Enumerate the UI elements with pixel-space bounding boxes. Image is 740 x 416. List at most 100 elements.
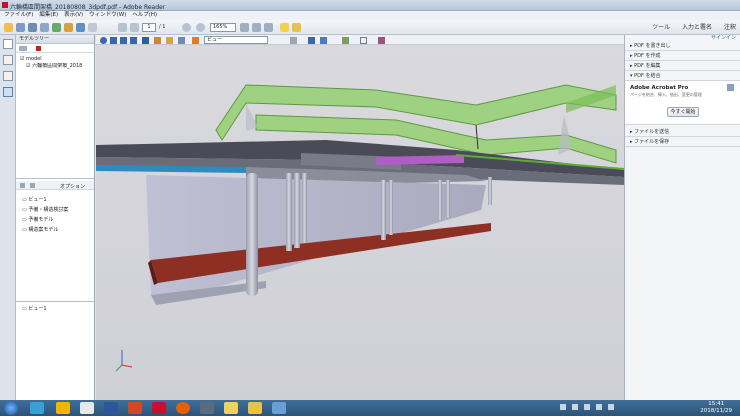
print-icon[interactable] xyxy=(40,23,49,32)
sticky-note-icon[interactable] xyxy=(280,23,289,32)
tools-link[interactable]: ツール xyxy=(652,20,670,35)
mail-icon[interactable] xyxy=(64,23,73,32)
view-item-label: 構造案モデル xyxy=(28,227,59,233)
menu-file[interactable]: ファイル(F) xyxy=(4,11,33,20)
menu-help[interactable]: ヘルプ(H) xyxy=(132,11,157,20)
menu-view[interactable]: 表示(V) xyxy=(64,11,83,20)
save-icon[interactable] xyxy=(28,23,37,32)
options-menu[interactable]: オプション xyxy=(60,183,85,190)
read-mode-icon[interactable] xyxy=(264,23,273,32)
rotate-icon[interactable] xyxy=(100,37,107,44)
section-label: PDF を作成 xyxy=(634,53,661,59)
page-thumbnails-icon[interactable] xyxy=(3,39,13,49)
view-item[interactable]: ▭ ビュー1 xyxy=(22,195,94,205)
comment-3d-icon[interactable] xyxy=(178,37,185,44)
3d-viewport[interactable] xyxy=(96,45,624,400)
firefox-icon[interactable] xyxy=(176,402,190,414)
measure-icon[interactable] xyxy=(166,37,173,44)
network-icon[interactable] xyxy=(595,404,602,410)
app-icon-2[interactable] xyxy=(200,402,214,414)
fit-page-icon[interactable] xyxy=(240,23,249,32)
menu-window[interactable]: ウィンドウ(W) xyxy=(89,11,126,20)
app-window-icon[interactable] xyxy=(80,402,94,414)
open-icon[interactable] xyxy=(4,23,13,32)
model-tree-icon[interactable] xyxy=(3,87,13,97)
fly-icon[interactable] xyxy=(154,37,161,44)
tray-icon[interactable] xyxy=(583,404,590,410)
highlight-icon[interactable] xyxy=(292,23,301,32)
comment-link[interactable]: 注釈 xyxy=(724,20,736,35)
tree-node-child[interactable]: ☑ 六輪橋區間架橋_2018 xyxy=(20,63,94,70)
ie-icon[interactable] xyxy=(30,402,44,414)
spin-icon[interactable] xyxy=(110,37,117,44)
tray-icon[interactable] xyxy=(571,404,578,410)
section-label: PDF を結合 xyxy=(634,73,661,79)
model-tree-list: ☑ model ☑ 六輪橋區間架橋_2018 xyxy=(16,53,94,70)
view-item[interactable]: ▭ 予備モデル xyxy=(22,215,94,225)
comment-icon[interactable] xyxy=(88,23,97,32)
app-icon xyxy=(2,2,8,8)
zoom-in-icon[interactable] xyxy=(196,23,205,32)
model-tree-pane: モデルツリー ☑ model ☑ 六輪橋區間架橋_2018 オプション ▭ ビュ… xyxy=(16,35,95,400)
view-item[interactable]: ▭ 予備・構造検討案 xyxy=(22,205,94,215)
section-edit-pdf[interactable]: ▸ PDF を編集 xyxy=(625,61,740,71)
section-export-pdf[interactable]: ▸ PDF を書き出し xyxy=(625,41,740,51)
share-icon[interactable] xyxy=(52,23,61,32)
section-send-file[interactable]: ▸ ファイルを送信 xyxy=(625,127,740,137)
folder-icon[interactable] xyxy=(224,402,238,414)
taskbar: 15:41 2018/11/29 xyxy=(0,400,740,416)
lighting-icon[interactable] xyxy=(320,37,327,44)
word-icon[interactable] xyxy=(104,402,118,414)
view-footer-item[interactable]: ▭ ビュー1 xyxy=(22,305,47,313)
section-label: PDF を書き出し xyxy=(634,43,671,49)
zoom-out-icon[interactable] xyxy=(182,23,191,32)
cross-section-icon[interactable] xyxy=(360,37,367,44)
attachments-icon[interactable] xyxy=(3,55,13,65)
clock[interactable]: 15:41 2018/11/29 xyxy=(700,401,732,415)
promo-title: Adobe Acrobat Pro xyxy=(630,85,689,91)
background-color-icon[interactable] xyxy=(342,37,349,44)
start-button-icon[interactable] xyxy=(4,401,18,415)
cloud-icon[interactable] xyxy=(76,23,85,32)
menu-edit[interactable]: 編集(E) xyxy=(39,11,58,20)
tree-options-icon[interactable] xyxy=(19,46,27,51)
add-view-icon[interactable] xyxy=(20,183,25,188)
create-icon[interactable] xyxy=(16,23,25,32)
powerpoint-icon[interactable] xyxy=(128,402,142,414)
app-icon-3[interactable] xyxy=(272,402,286,414)
views-toolbar: オプション xyxy=(16,181,94,190)
view-item-label: ビュー1 xyxy=(28,197,47,203)
view-select[interactable]: ビュー xyxy=(204,36,268,44)
title-bar: 六輪橋區間架橋_20180808_3dpdf.pdf - Adobe Reade… xyxy=(0,0,740,11)
next-page-icon[interactable] xyxy=(130,23,139,32)
prev-page-icon[interactable] xyxy=(118,23,127,32)
sign-link[interactable]: 入力と署名 xyxy=(682,20,712,35)
section-save-file[interactable]: ▸ ファイルを保存 xyxy=(625,137,740,147)
tray-icon[interactable] xyxy=(560,404,566,410)
adobe-reader-icon[interactable] xyxy=(152,402,166,414)
model-tree-toggle-icon[interactable] xyxy=(378,37,385,44)
delete-view-icon[interactable] xyxy=(30,183,35,188)
color-icon[interactable] xyxy=(36,46,41,51)
fit-width-icon[interactable] xyxy=(252,23,261,32)
acrobat-promo: Adobe Acrobat Pro ページを結合、挿入、抽出、変更の管理 今すぐ… xyxy=(625,81,740,125)
projection-icon[interactable] xyxy=(290,37,297,44)
toolbar-links: ツール 入力と署名 注釈 xyxy=(642,20,736,35)
page-number-input[interactable]: 1 xyxy=(142,23,156,32)
section-combine-pdf[interactable]: ▾ PDF を結合 xyxy=(625,71,740,81)
section-create-pdf[interactable]: ▸ PDF を作成 xyxy=(625,51,740,61)
start-now-button[interactable]: 今すぐ開始 xyxy=(667,107,699,117)
zoom-select[interactable]: 165% xyxy=(210,23,236,32)
view-item[interactable]: ▭ 構造案モデル xyxy=(22,225,94,235)
zoom-3d-icon[interactable] xyxy=(130,37,137,44)
walk-icon[interactable] xyxy=(142,37,149,44)
explorer-icon[interactable] xyxy=(56,402,70,414)
folder-icon-2[interactable] xyxy=(248,402,262,414)
clock-time: 15:41 xyxy=(708,401,725,407)
tree-node-root[interactable]: ☑ model xyxy=(20,56,94,63)
home-view-icon[interactable] xyxy=(192,37,199,44)
volume-icon[interactable] xyxy=(607,404,614,410)
pan-icon[interactable] xyxy=(120,37,127,44)
signatures-icon[interactable] xyxy=(3,71,13,81)
render-mode-icon[interactable] xyxy=(308,37,315,44)
